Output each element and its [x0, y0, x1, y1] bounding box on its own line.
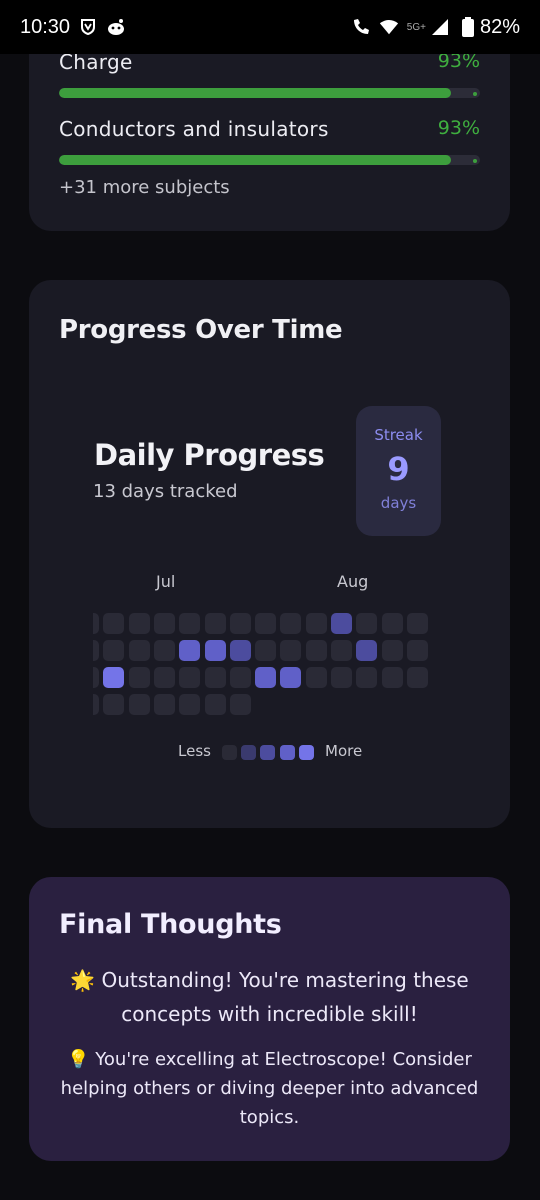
heatmap-day-cell	[229, 694, 251, 715]
wifi-icon	[379, 17, 399, 37]
streak-badge: Streak 9 days	[356, 406, 441, 536]
heatmap-day-cell	[204, 640, 226, 661]
heatmap-day-cell	[229, 667, 251, 688]
progress-card: Progress Over Time Daily Progress 13 day…	[29, 280, 510, 828]
days-tracked: 13 days tracked	[93, 481, 238, 502]
heatmap-day-cell	[103, 613, 125, 634]
streak-unit: days	[380, 494, 417, 512]
legend-level-4	[299, 745, 314, 760]
heatmap-day-cell	[93, 667, 99, 688]
month-label-aug: Aug	[337, 572, 369, 591]
final-message-secondary: 💡 You're excelling at Electroscope! Cons…	[60, 1049, 479, 1128]
heatmap-day-cell	[153, 694, 175, 715]
heatmap-day-cell	[305, 667, 327, 688]
subject-progress-fill	[59, 155, 451, 165]
heatmap-day-cell	[128, 640, 150, 661]
heatmap-day-cell	[128, 667, 150, 688]
activity-heatmap	[93, 613, 453, 723]
wifi-call-icon	[351, 17, 371, 37]
progress-title: Progress Over Time	[59, 315, 343, 345]
network-type: 5G+	[406, 21, 426, 33]
status-bar: 10:30 5G+ 82%	[0, 0, 540, 54]
subject-name: Conductors and insulators	[59, 117, 329, 141]
heatmap-day-cell	[280, 613, 302, 634]
heatmap-day-cell	[356, 613, 378, 634]
legend-level-1	[241, 745, 256, 760]
battery-percent: 82%	[479, 15, 520, 38]
heatmap-day-cell	[93, 640, 99, 661]
signal-icon	[430, 17, 450, 37]
heatmap-day-cell	[93, 694, 99, 715]
status-left: 10:30	[20, 16, 126, 39]
subject-progress-bar	[59, 155, 480, 165]
heatmap-day-cell	[406, 613, 428, 634]
heatmap-day-cell	[229, 640, 251, 661]
legend-more: More	[325, 742, 363, 760]
month-label-jul: Jul	[156, 572, 176, 591]
heatmap-day-cell	[406, 667, 428, 688]
heatmap-day-cell	[153, 640, 175, 661]
reddit-icon	[106, 17, 126, 37]
heatmap-day-cell	[93, 613, 99, 634]
heatmap-day-cell	[255, 613, 277, 634]
subject-percent: 93%	[437, 117, 480, 139]
subject-progress-fill	[59, 88, 451, 98]
heatmap-day-cell	[305, 613, 327, 634]
heatmap-day-cell	[331, 613, 352, 634]
heatmap-legend: Less More	[29, 742, 510, 762]
heatmap-day-cell	[356, 667, 378, 688]
status-right: 5G+ 82%	[351, 16, 520, 39]
heatmap-day-cell	[331, 640, 352, 661]
heatmap-day-cell	[255, 640, 277, 661]
heatmap-day-cell	[381, 640, 403, 661]
heatmap-day-cell	[331, 667, 352, 688]
legend-less: Less	[178, 742, 211, 760]
heatmap-day-cell	[356, 640, 378, 661]
heatmap-day-cell	[204, 613, 226, 634]
progress-end-dot	[473, 92, 477, 96]
heatmap-day-cell	[179, 694, 201, 715]
streak-label: Streak	[374, 426, 423, 444]
heatmap-day-cell	[280, 667, 302, 688]
heatmap-day-cell	[204, 667, 226, 688]
heatmap-day-cell	[128, 694, 150, 715]
streak-value: 9	[387, 450, 410, 488]
heatmap-day-cell	[229, 613, 251, 634]
legend-level-3	[280, 745, 295, 760]
heatmap-day-cell	[406, 640, 428, 661]
final-thoughts-title: Final Thoughts	[59, 909, 282, 940]
vpn-shield-icon	[78, 17, 98, 37]
heatmap-day-cell	[280, 640, 302, 661]
heatmap-day-cell	[103, 694, 125, 715]
legend-level-0	[222, 745, 237, 760]
heatmap-day-cell	[204, 694, 226, 715]
heatmap-day-cell	[103, 667, 125, 688]
final-thoughts-card: Final Thoughts 🌟 Outstanding! You're mas…	[29, 877, 510, 1161]
heatmap-day-cell	[179, 667, 201, 688]
daily-progress-title: Daily Progress	[94, 438, 325, 472]
battery-icon	[458, 17, 478, 37]
more-subjects-link[interactable]: +31 more subjects	[59, 177, 230, 198]
heatmap-day-cell	[305, 640, 327, 661]
heatmap-day-cell	[153, 613, 175, 634]
final-message-primary: 🌟 Outstanding! You're mastering these co…	[70, 968, 469, 1026]
heatmap-day-cell	[179, 613, 201, 634]
heatmap-day-cell	[255, 667, 277, 688]
status-time: 10:30	[20, 15, 71, 38]
heatmap-day-cell	[381, 667, 403, 688]
heatmap-day-cell	[128, 613, 150, 634]
legend-level-2	[260, 745, 275, 760]
heatmap-day-cell	[153, 667, 175, 688]
progress-end-dot	[473, 159, 477, 163]
heatmap-day-cell	[381, 613, 403, 634]
heatmap-day-cell	[179, 640, 201, 661]
subject-progress-bar	[59, 88, 480, 98]
heatmap-day-cell	[103, 640, 125, 661]
